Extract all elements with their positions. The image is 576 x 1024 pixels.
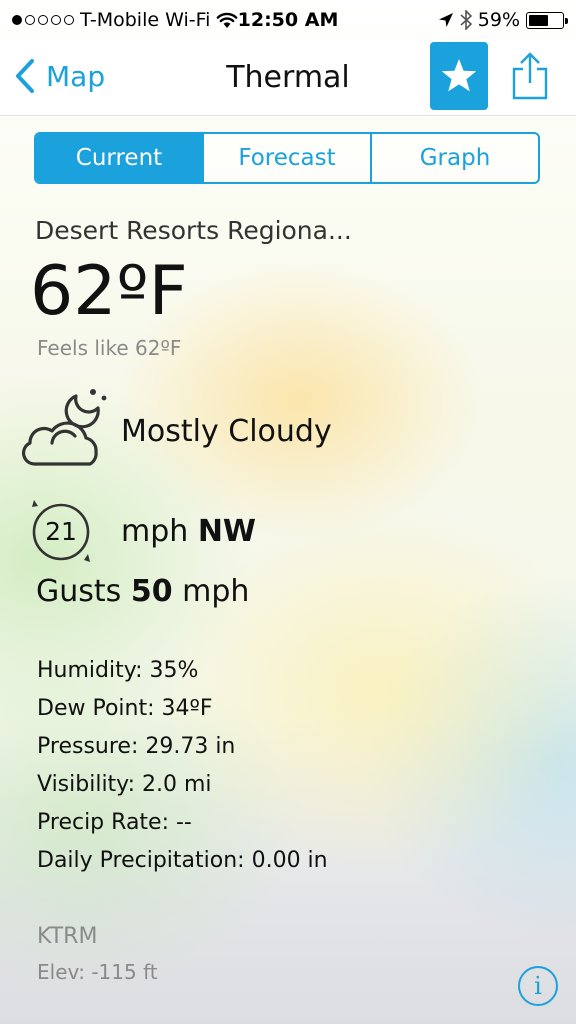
page-title: Thermal <box>226 60 350 95</box>
gusts-line: Gusts 50 mph <box>36 574 249 609</box>
daily-precipitation-row: Daily Precipitation: 0.00 in <box>37 848 328 873</box>
tab-graph[interactable]: Graph <box>372 134 538 182</box>
wind-line: mph NW <box>121 514 256 549</box>
signal-strength-icon <box>12 15 74 25</box>
view-segmented-control: Current Forecast Graph <box>34 132 540 184</box>
partly-cloudy-night-icon <box>22 389 107 466</box>
battery-percent: 59% <box>477 9 520 31</box>
status-time: 12:50 AM <box>237 9 339 31</box>
wind-direction: NW <box>197 514 257 549</box>
share-icon <box>512 52 548 100</box>
station-id: KTRM <box>37 924 98 949</box>
signal-dot <box>64 15 74 25</box>
battery-icon <box>526 11 568 29</box>
share-button[interactable] <box>508 48 552 104</box>
gusts-value: 50 <box>130 574 173 609</box>
wifi-icon <box>217 12 238 28</box>
status-left: T-Mobile Wi-Fi <box>12 9 238 31</box>
details-list: Humidity: 35% Dew Point: 34ºF Pressure: … <box>37 655 328 883</box>
wind-unit: mph <box>121 514 189 549</box>
tab-forecast[interactable]: Forecast <box>204 134 372 182</box>
station-name: Desert Resorts Regiona... <box>35 216 352 245</box>
signal-dot <box>38 15 48 25</box>
humidity-row: Humidity: 35% <box>37 658 199 683</box>
gusts-label: Gusts <box>36 574 122 609</box>
carrier-label: T-Mobile Wi-Fi <box>80 9 211 31</box>
station-elevation: Elev: -115 ft <box>37 960 158 984</box>
star-icon <box>441 59 477 92</box>
bluetooth-icon <box>460 10 472 30</box>
signal-dot <box>51 15 61 25</box>
signal-dot <box>12 15 22 25</box>
status-right: 59% <box>438 9 568 31</box>
dew-point-row: Dew Point: 34ºF <box>37 696 213 721</box>
feels-like: Feels like 62ºF <box>37 336 182 360</box>
info-button[interactable]: i <box>518 966 558 1006</box>
pressure-row: Pressure: 29.73 in <box>37 734 236 759</box>
tab-current[interactable]: Current <box>36 134 204 182</box>
wind-speed-value: 21 <box>45 516 77 546</box>
status-bar: T-Mobile Wi-Fi 12:50 AM 59% <box>0 0 576 40</box>
temperature: 62ºF <box>30 252 188 331</box>
navigation-bar: Map Thermal <box>0 40 576 116</box>
favorite-button[interactable] <box>430 42 488 110</box>
precip-rate-row: Precip Rate: -- <box>37 810 192 835</box>
location-arrow-icon <box>438 13 453 27</box>
condition-text: Mostly Cloudy <box>121 414 332 449</box>
info-icon: i <box>534 972 542 1000</box>
visibility-row: Visibility: 2.0 mi <box>37 772 212 797</box>
gusts-unit: mph <box>182 574 250 609</box>
battery-level <box>529 14 548 26</box>
signal-dot <box>25 15 35 25</box>
